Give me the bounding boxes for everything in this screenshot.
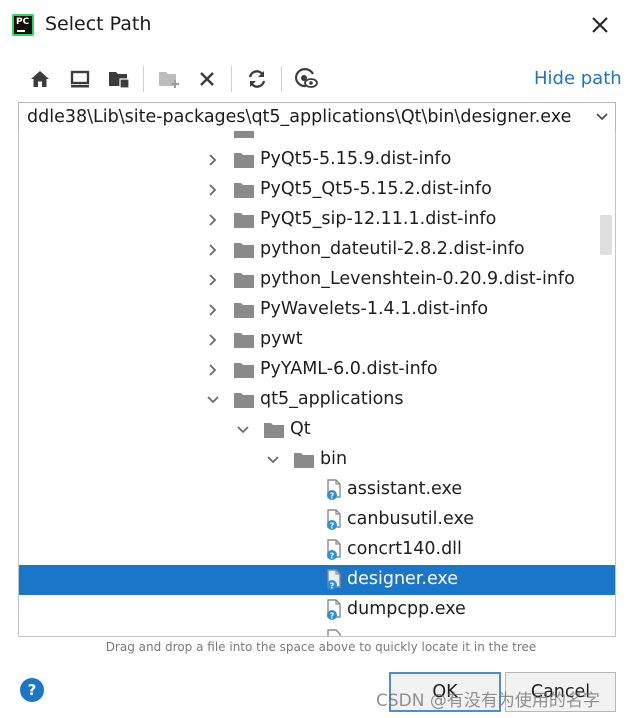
- tree-row-partial: [19, 131, 615, 145]
- refresh-icon: [248, 70, 266, 88]
- folder-icon: [234, 333, 254, 348]
- folder-icon: [294, 453, 314, 468]
- tree-item-label: PyQt5_sip-12.11.1.dist-info: [260, 209, 497, 229]
- project-folder-icon: [109, 72, 130, 89]
- chevron-right-icon[interactable]: [206, 303, 220, 317]
- home-icon: [31, 71, 49, 87]
- tree-row-file[interactable]: ? assistant.exe: [19, 475, 615, 505]
- chevron-right-icon[interactable]: [206, 153, 220, 167]
- tree-item-label: canbusutil.exe: [347, 509, 475, 529]
- desktop-button[interactable]: [67, 64, 93, 94]
- refresh-button[interactable]: [244, 64, 270, 94]
- help-button[interactable]: ?: [20, 678, 44, 702]
- chevron-down-icon[interactable]: [595, 110, 609, 124]
- chevron-right-icon[interactable]: [206, 243, 220, 257]
- delete-icon: [200, 72, 214, 86]
- unknown-file-icon: ?: [327, 539, 341, 561]
- tree-item-label: PyYAML-6.0.dist-info: [260, 359, 438, 379]
- tree-row-folder[interactable]: PyQt5_sip-12.11.1.dist-info: [19, 205, 615, 235]
- path-combo[interactable]: [18, 102, 616, 132]
- chevron-right-icon[interactable]: [206, 333, 220, 347]
- folder-icon: [234, 303, 254, 318]
- tree-row-folder[interactable]: PyQt5_Qt5-5.15.2.dist-info: [19, 175, 615, 205]
- folder-icon: [234, 153, 254, 168]
- chevron-down-icon[interactable]: [266, 453, 280, 467]
- new-folder-icon: [159, 72, 179, 88]
- show-hidden-icon: [294, 68, 318, 88]
- chevron-right-icon[interactable]: [206, 273, 220, 287]
- file-tree[interactable]: PyQt5-5.15.9.dist-info PyQt5_Qt5-5.15.2.d…: [18, 131, 616, 637]
- svg-text:?: ?: [330, 522, 335, 531]
- cancel-button[interactable]: Cancel: [505, 672, 616, 712]
- svg-text:?: ?: [330, 492, 335, 501]
- tree-item-label: pywt: [260, 329, 303, 349]
- folder-icon: [234, 393, 254, 408]
- tree-row-partial: [19, 625, 615, 636]
- svg-text:?: ?: [330, 612, 335, 621]
- unknown-file-icon: ?: [327, 509, 341, 531]
- unknown-file-icon: ?: [327, 599, 341, 621]
- tree-item-label: Qt: [290, 419, 311, 439]
- tree-item-label: PyQt5_Qt5-5.15.2.dist-info: [260, 179, 492, 199]
- tree-item-label: assistant.exe: [347, 479, 463, 499]
- tree-item-label: qt5_applications: [260, 389, 404, 409]
- close-button[interactable]: [585, 10, 615, 40]
- tree-item-label: python_dateutil-2.8.2.dist-info: [260, 239, 525, 259]
- new-folder-button[interactable]: [156, 64, 182, 94]
- svg-text:?: ?: [330, 582, 335, 591]
- tree-row-folder[interactable]: bin: [19, 445, 615, 475]
- folder-icon: [234, 243, 254, 258]
- chevron-down-icon[interactable]: [206, 393, 220, 407]
- tree-row-file[interactable]: ? concrt140.dll: [19, 535, 615, 565]
- unknown-file-icon: ?: [327, 569, 341, 591]
- folder-icon: [234, 363, 254, 378]
- svg-text:?: ?: [330, 552, 335, 561]
- logo-text: PC: [16, 17, 30, 27]
- show-hidden-button[interactable]: [293, 64, 319, 94]
- tree-row-folder[interactable]: PyQt5-5.15.9.dist-info: [19, 145, 615, 175]
- tree-row-file[interactable]: ? designer.exe: [19, 565, 615, 595]
- folder-icon: [234, 273, 254, 288]
- folder-icon: [234, 213, 254, 228]
- toolbar: [20, 62, 620, 98]
- tree-row-folder[interactable]: pywt: [19, 325, 615, 355]
- tree-item-label: concrt140.dll: [347, 539, 462, 559]
- chevron-right-icon[interactable]: [206, 183, 220, 197]
- tree-item-label: bin: [320, 449, 348, 469]
- tree-item-label: PyQt5-5.15.9.dist-info: [260, 149, 452, 169]
- folder-icon: [234, 183, 254, 198]
- tree-row-folder[interactable]: python_dateutil-2.8.2.dist-info: [19, 235, 615, 265]
- delete-button[interactable]: [194, 64, 220, 94]
- tree-row-folder[interactable]: qt5_applications: [19, 385, 615, 415]
- tree-item-label: python_Levenshtein-0.20.9.dist-info: [260, 269, 575, 289]
- folder-icon: [264, 423, 284, 438]
- tree-scrollbar[interactable]: [600, 215, 612, 255]
- tree-item-label: PyWavelets-1.4.1.dist-info: [260, 299, 489, 319]
- chevron-right-icon[interactable]: [206, 213, 220, 227]
- select-path-dialog: PC Select Path Hide path ddle38\Lib\site…: [0, 0, 642, 718]
- path-input[interactable]: [19, 103, 591, 131]
- tree-row-folder[interactable]: PyYAML-6.0.dist-info: [19, 355, 615, 385]
- title-bar: PC Select Path: [0, 0, 642, 50]
- desktop-icon: [70, 70, 90, 88]
- chevron-down-icon[interactable]: [236, 423, 250, 437]
- tree-row-file[interactable]: ? canbusutil.exe: [19, 505, 615, 535]
- dialog-title: Select Path: [45, 13, 152, 35]
- close-icon: [592, 17, 608, 33]
- tree-row-file[interactable]: ? dumpcpp.exe: [19, 595, 615, 625]
- pycharm-logo-icon: PC: [12, 14, 34, 36]
- tree-item-label: dumpcpp.exe: [347, 599, 466, 619]
- chevron-right-icon[interactable]: [206, 363, 220, 377]
- ok-button[interactable]: OK: [389, 672, 501, 712]
- home-button[interactable]: [27, 64, 53, 94]
- hide-path-link[interactable]: Hide path: [534, 68, 622, 89]
- drag-drop-hint: Drag and drop a file into the space abov…: [105, 640, 537, 654]
- tree-row-folder[interactable]: PyWavelets-1.4.1.dist-info: [19, 295, 615, 325]
- tree-item-label: designer.exe: [347, 569, 459, 589]
- tree-row-folder[interactable]: Qt: [19, 415, 615, 445]
- unknown-file-icon: ?: [327, 479, 341, 501]
- tree-row-folder[interactable]: python_Levenshtein-0.20.9.dist-info: [19, 265, 615, 295]
- project-folder-button[interactable]: [106, 64, 132, 94]
